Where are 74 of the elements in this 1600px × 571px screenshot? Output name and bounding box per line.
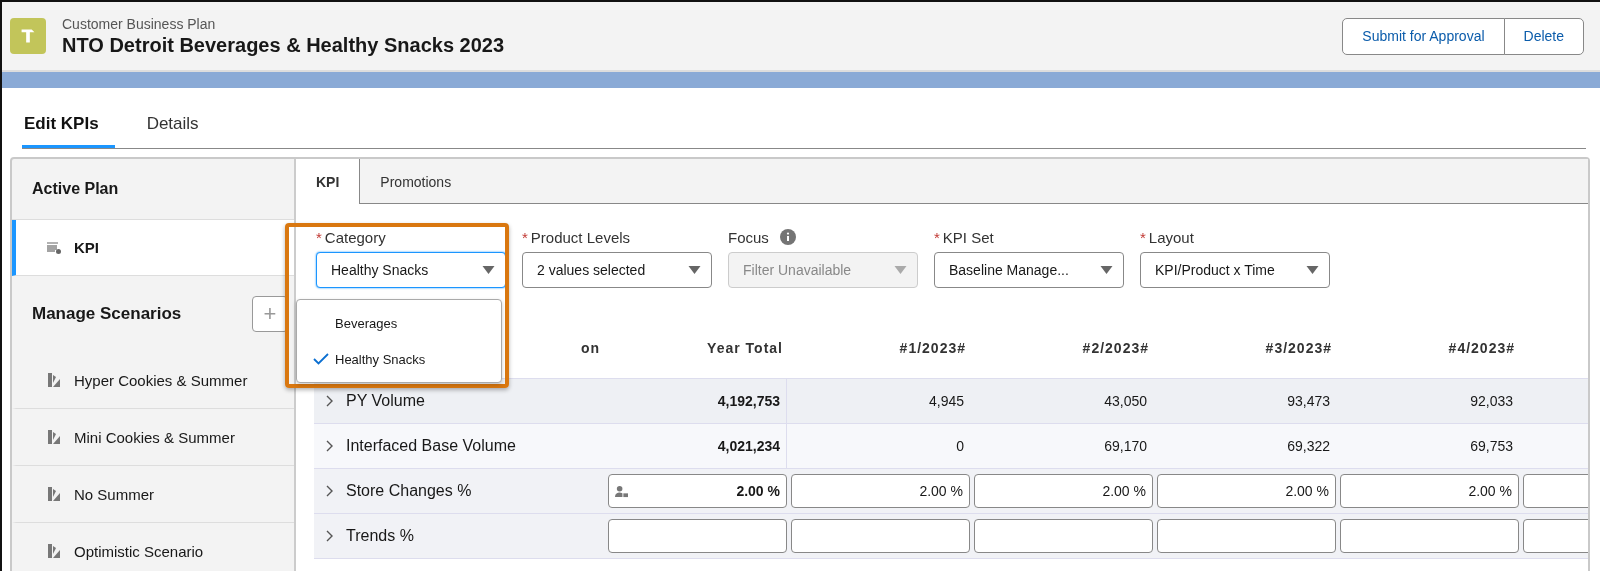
panel-tab[interactable]: Promotions [360,159,472,203]
row-label: Interfaced Base Volume [346,437,516,455]
table-cell-text: 92,033 [1469,392,1514,411]
object-type: Customer Business Plan [62,15,217,32]
row-label: Store Changes % [346,482,472,500]
table-cell-text: 4,945 [927,392,965,411]
row-label: PY Volume [346,392,425,410]
page-tab[interactable]: Edit KPIs [22,102,115,148]
header-button[interactable]: Delete [1503,17,1584,55]
sidebar-item[interactable]: Hyper Cookies & Summer [12,352,294,409]
column-header: on [580,340,600,356]
input-field[interactable] [1157,519,1336,553]
input-field[interactable] [1340,519,1519,553]
sidebar-item[interactable]: Mini Cookies & Summer [12,409,294,466]
input-field[interactable]: 2.00 % [1340,474,1519,508]
sidebar-item[interactable]: No Summer [12,466,294,523]
column-header: Year Total [707,340,783,356]
caret-icon [1306,266,1319,274]
table-cell-text: 0 [955,437,965,456]
caret-icon [1100,266,1113,274]
input-field[interactable] [974,519,1153,553]
input-field[interactable] [608,519,787,553]
input-field[interactable]: 2.00 % [974,474,1153,508]
dropdown-field[interactable]: Healthy Snacks [316,252,506,288]
required-mark: * [934,228,940,246]
input-field[interactable]: 2.00 % [791,474,970,508]
column-header: #4/2023# [1448,340,1515,356]
scenario-icon [46,486,62,502]
hammer-icon [10,18,46,54]
row-label: Trends % [346,527,414,545]
field-label: Layout [1148,228,1194,246]
table-cell-text: 69,170 [1103,437,1148,456]
chevron-icon[interactable] [326,530,334,542]
input-field[interactable]: 2.00 % [1157,474,1336,508]
input-field[interactable]: 2.00 % [608,474,787,508]
section-heading: Manage Scenarios [32,304,182,324]
required-mark: * [522,228,528,246]
person-lock-icon [615,484,628,498]
chevron-icon[interactable] [326,440,334,452]
sidebar-item[interactable]: KPI [12,220,294,276]
table-cell-text: 69,322 [1286,437,1331,456]
caret-icon [482,266,495,274]
chevron-icon[interactable] [326,485,334,497]
column-header: #1/2023# [899,340,966,356]
table-cell: 4,021,234 [608,424,787,468]
header-button[interactable]: Submit for Approval [1342,17,1505,55]
dropdown-field[interactable]: 2 values selected [522,252,712,288]
field-label: Product Levels [530,228,631,246]
caret-icon [894,266,907,274]
menu-option[interactable]: Healthy Snacks [297,341,501,377]
page-tab[interactable]: Details [144,102,211,148]
field-label: Focus [728,228,769,246]
sidebar-item[interactable]: Optimistic Scenario [12,523,294,571]
dropdown-field[interactable]: KPI/Product x Time [1140,252,1330,288]
table-cell-text: 69,753 [1469,437,1514,456]
field-label: Category [324,228,386,246]
record-title: NTO Detroit Beverages & Healthy Snacks 2023 [62,33,506,57]
field-label: KPI Set [942,228,994,246]
scenario-icon [46,429,62,445]
caret-icon [688,266,701,274]
dropdown-field[interactable]: Baseline Manage... [934,252,1124,288]
chevron-icon[interactable] [326,395,334,407]
table-cell-text: 43,050 [1103,392,1148,411]
scenario-icon [46,543,62,559]
scenario-icon [46,372,62,388]
required-mark: * [316,228,322,246]
column-header: #3/2023# [1265,340,1332,356]
required-mark: * [1140,228,1146,246]
table-cell: 4,192,753 [608,379,787,423]
column-header: #2/2023# [1082,340,1149,356]
panel-tab[interactable]: KPI [296,159,361,204]
input-field[interactable] [791,519,970,553]
table-cell-text: 93,473 [1286,392,1331,411]
menu-option[interactable]: Beverages [297,305,501,341]
